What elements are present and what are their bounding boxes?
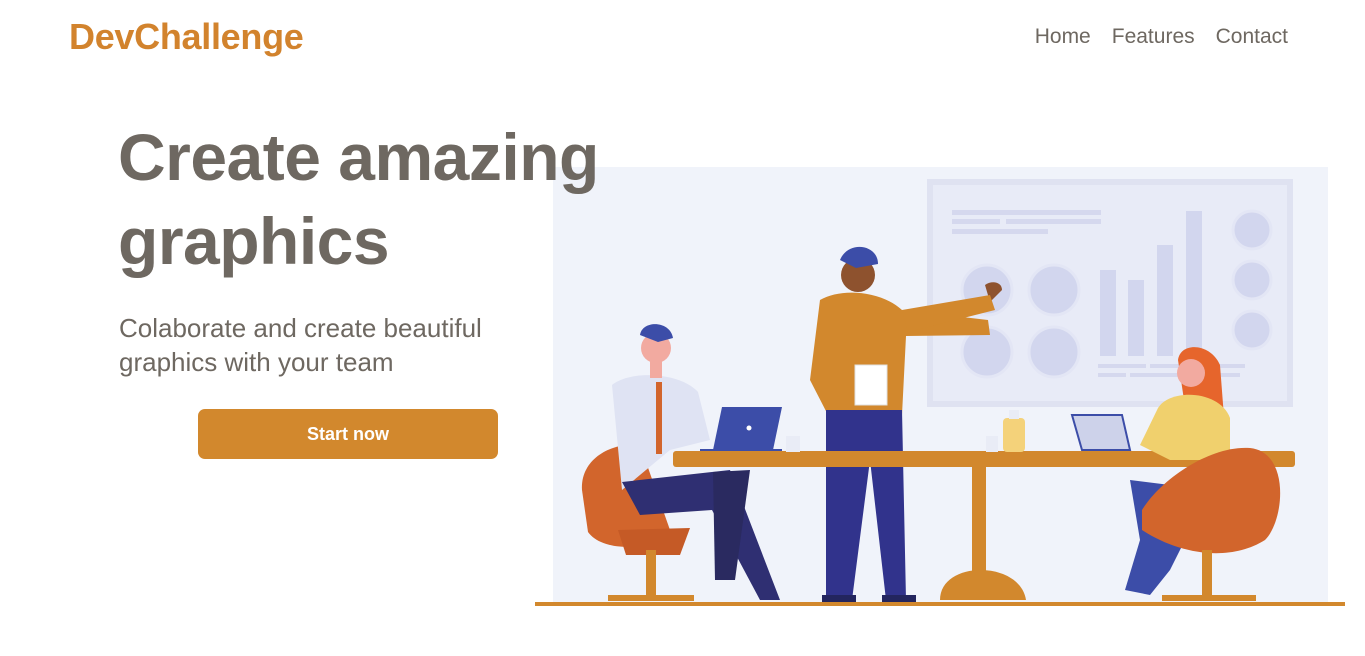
hero-headline: Create amazing graphics — [118, 115, 599, 283]
start-now-button[interactable]: Start now — [198, 409, 498, 459]
hero-headline-line-1: Create amazing — [118, 120, 599, 194]
nav-link-contact[interactable]: Contact — [1216, 25, 1288, 49]
nav-link-features[interactable]: Features — [1112, 25, 1195, 49]
main-nav: Home Features Contact — [1035, 25, 1288, 49]
laptop-right-icon — [1070, 414, 1132, 451]
nav-link-home[interactable]: Home — [1035, 25, 1091, 49]
hero-subtitle-line-1: Colaborate and create beautiful — [119, 313, 482, 343]
hero-subtitle: Colaborate and create beautiful graphics… — [119, 311, 549, 379]
team-meeting-illustration — [535, 167, 1345, 606]
hero-subtitle-line-2: graphics with your team — [119, 347, 394, 377]
hero-headline-line-2: graphics — [118, 204, 390, 278]
brand-logo[interactable]: DevChallenge — [69, 16, 304, 58]
